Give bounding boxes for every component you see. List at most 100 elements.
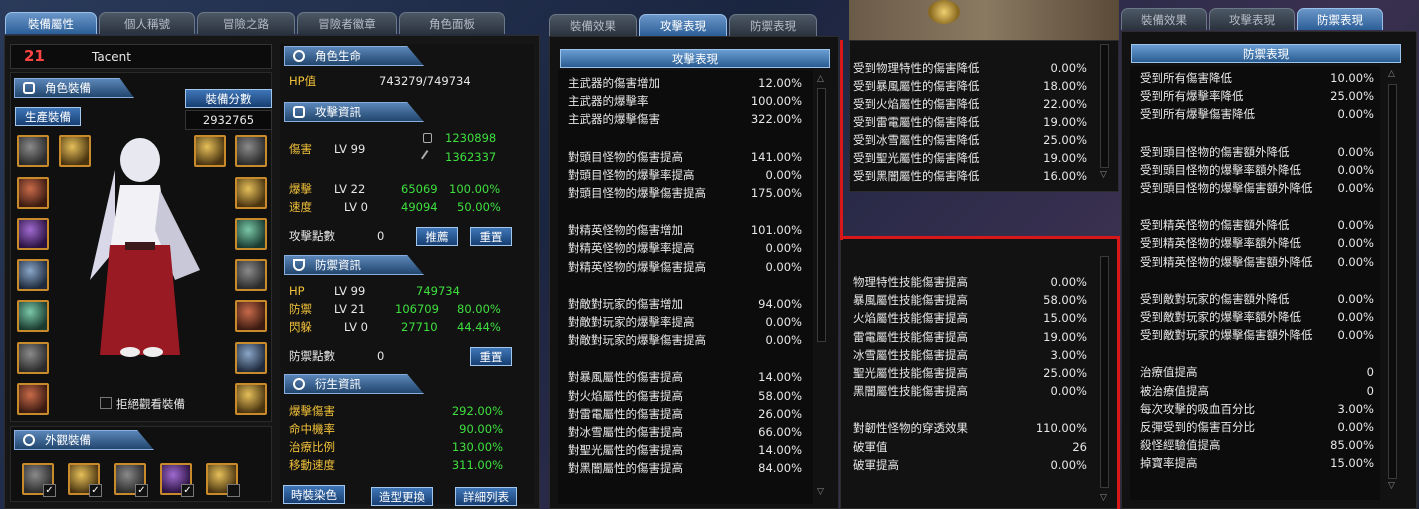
stat-label: 受到敵對玩家的爆擊傷害額外降低 [1140, 328, 1313, 343]
tab-attack-performance[interactable]: 攻擊表現 [639, 14, 727, 36]
tab-equipment-attributes[interactable]: 裝備屬性 [5, 12, 97, 34]
resist-scrollbar[interactable] [1100, 44, 1109, 168]
attack-reset-button[interactable]: 重置 [470, 227, 512, 246]
dye-button[interactable]: 時裝染色 [283, 485, 345, 504]
attack-scrollbar[interactable] [817, 88, 826, 342]
tab-adventurer-badge[interactable]: 冒險者徽章 [297, 12, 397, 34]
refuse-view-checkbox[interactable] [100, 397, 112, 409]
equip-slot-right-4[interactable] [235, 259, 267, 291]
equip-slot-right-2[interactable] [235, 177, 267, 209]
crit-value: 65069 [401, 182, 438, 196]
appearance-slot-1[interactable]: ✓ [22, 463, 56, 497]
stat-label: 對精英怪物的爆擊率提高 [568, 241, 695, 256]
stat-row: 被治療值提高 0 [1140, 382, 1374, 400]
appearance-slot-3[interactable]: ✓ [114, 463, 148, 497]
stat-value: 0.00% [1337, 218, 1374, 233]
scroll-up-icon[interactable]: △ [816, 74, 825, 84]
crit-row: 爆擊 LV 22 65069 100.00% [289, 180, 529, 198]
stat-value: 85.00% [1330, 438, 1374, 453]
equip-slot-left-7[interactable] [17, 383, 49, 415]
stat-label: 反彈受到的傷害百分比 [1140, 420, 1255, 434]
stat-row: 對韌性怪物的穿透效果 110.00% [853, 419, 1087, 437]
stat-row: 對火焰屬性的傷害提高 58.00% [568, 387, 802, 405]
def-hp-value: 749734 [416, 284, 460, 298]
stat-row: 受到所有爆擊率降低 25.00% [1140, 87, 1374, 105]
stat-label: 對雷電屬性的傷害提高 [568, 406, 683, 421]
equip-slot-left-2[interactable] [17, 177, 49, 209]
equip-slot-right-5[interactable] [235, 300, 267, 332]
tab-equip-effect[interactable]: 裝備效果 [549, 14, 637, 36]
stat-row: 受到聖光屬性的傷害降低 19.00% [853, 149, 1087, 167]
stat-row: 物理特性技能傷害提高 0.00% [853, 273, 1087, 291]
stat-label: 對暴風屬性的傷害提高 [568, 370, 683, 385]
equip-slot-right-7[interactable] [235, 383, 267, 415]
recommend-button[interactable]: 推薦 [416, 227, 458, 246]
stat-label: 對敵對玩家的爆擊率提高 [568, 315, 695, 329]
scroll-down-icon[interactable]: ▽ [1099, 170, 1108, 180]
stat-row: 對精英怪物的爆擊率提高 0.00% [568, 239, 802, 257]
stat-row: 對頭目怪物的爆擊傷害提高 175.00% [568, 184, 802, 202]
main-weapon-icon [423, 133, 432, 143]
appearance-check-icon[interactable]: ✓ [135, 484, 148, 497]
equip-slot-weapon[interactable] [17, 135, 49, 167]
equip-slot-right-1[interactable] [235, 135, 267, 167]
stat-label: 物理特性技能傷害提高 [853, 275, 968, 289]
defense-reset-button[interactable]: 重置 [470, 347, 512, 366]
stat-value: 110.00% [1035, 421, 1087, 436]
defense-scrollbar[interactable] [1388, 84, 1397, 479]
stat-row: 受到敵對玩家的爆擊率額外降低 0.00% [1140, 308, 1374, 326]
skill-scrollbar[interactable] [1100, 256, 1109, 488]
stat-value: 14.00% [758, 443, 802, 458]
stat-label: 治療值提高 [1140, 365, 1198, 380]
stat-value: 15.00% [1043, 311, 1087, 326]
stat-row: 受到雷電屬性的傷害降低 19.00% [853, 113, 1087, 131]
stat-value: 22.00% [1043, 97, 1087, 111]
stat-row: 受到火焰屬性的傷害降低 22.00% [853, 95, 1087, 113]
appearance-slot-5[interactable]: ✓ [206, 463, 240, 497]
stat-row: 對敵對玩家的爆擊傷害提高 0.00% [568, 331, 802, 349]
stat-value: 19.00% [1043, 115, 1087, 129]
stat-value: 0.00% [1050, 61, 1087, 75]
scroll-down-icon[interactable]: ▽ [1387, 481, 1396, 491]
equip-section-label: 角色裝備 [45, 81, 91, 95]
stat-label: 受到物理特性的傷害降低 [853, 61, 980, 75]
appearance-slot-4[interactable]: ✓ [160, 463, 194, 497]
tab-attack-performance[interactable]: 攻擊表現 [1209, 8, 1295, 30]
tab-defense-performance[interactable]: 防禦表現 [729, 14, 817, 36]
stat-label: 破軍值 [853, 439, 888, 454]
appearance-check-icon[interactable]: ✓ [89, 484, 102, 497]
stat-value: 16.00% [1043, 169, 1087, 183]
equip-slot-right-3[interactable] [235, 218, 267, 250]
equip-slot-left-3[interactable] [17, 218, 49, 250]
style-change-button[interactable]: 造型更換 [371, 487, 433, 506]
scroll-down-icon[interactable]: ▽ [816, 487, 825, 497]
eva-percent: 44.44% [457, 320, 501, 334]
stat-label: 受到頭目怪物的傷害額外降低 [1140, 144, 1290, 159]
stat-label: 殺怪經驗值提高 [1140, 438, 1221, 453]
equip-slot-left-5[interactable] [17, 300, 49, 332]
tab-personal-title[interactable]: 個人稱號 [99, 12, 195, 34]
equip-slot-right-6[interactable] [235, 342, 267, 374]
craft-equipment-button[interactable]: 生產裝備 [15, 107, 81, 126]
defense-points-value: 0 [377, 349, 385, 363]
speed-row: 速度 LV 0 49094 50.00% [289, 198, 529, 216]
scroll-up-icon[interactable]: △ [1387, 69, 1396, 79]
stat-label: 雷電屬性技能傷害提高 [853, 329, 968, 344]
equip-slot-left-6[interactable] [17, 342, 49, 374]
equip-slot-left-4[interactable] [17, 259, 49, 291]
appearance-check-icon[interactable]: ✓ [181, 484, 194, 497]
eva-row: 閃躲 LV 0 27710 44.44% [289, 318, 529, 336]
tab-character-panel[interactable]: 角色面板 [399, 12, 505, 34]
detail-list-button[interactable]: 詳細列表 [455, 487, 517, 506]
tab-equip-effect[interactable]: 裝備效果 [1121, 8, 1207, 30]
appearance-check-icon[interactable]: ✓ [43, 484, 56, 497]
tab-defense-performance[interactable]: 防禦表現 [1297, 8, 1383, 30]
stat-value: 0 [1366, 365, 1374, 380]
def-row: 防禦 LV 21 106709 80.00% [289, 300, 529, 318]
stat-label: 受到精英怪物的傷害額外降低 [1140, 218, 1290, 233]
appearance-slot-2[interactable]: ✓ [68, 463, 102, 497]
equipment-score-button[interactable]: 裝備分數 [185, 89, 272, 108]
appearance-check-icon[interactable]: ✓ [227, 484, 240, 497]
tab-adventure-road[interactable]: 冒險之路 [197, 12, 295, 34]
scroll-down-icon[interactable]: ▽ [1099, 493, 1108, 503]
